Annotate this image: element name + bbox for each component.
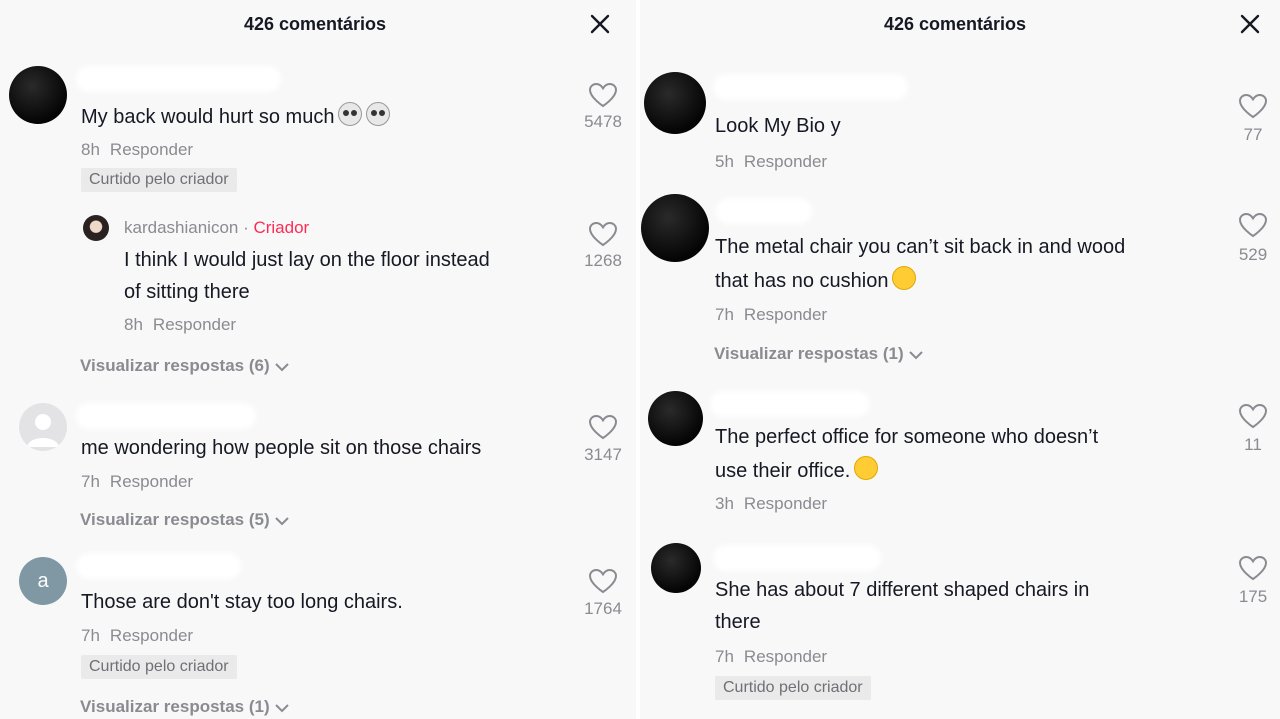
chevron-down-icon — [274, 516, 289, 525]
like-count: 5478 — [584, 112, 622, 131]
heart-outline-icon[interactable] — [588, 568, 618, 594]
comment-time: 8h — [124, 315, 143, 334]
reply-button[interactable]: Responder — [744, 494, 827, 513]
redacted-username — [713, 545, 881, 571]
skull-emoji-icon — [338, 102, 363, 126]
heart-outline-icon[interactable] — [1238, 403, 1268, 429]
view-replies-button[interactable]: Visualizar respostas (1) — [80, 697, 290, 717]
creator-avatar[interactable] — [83, 215, 109, 241]
comment-time: 3h — [715, 494, 734, 513]
comment-time: 8h — [81, 140, 100, 159]
skull-emoji-icon — [366, 102, 391, 126]
comment-text-line-2: that has no cushion — [715, 265, 917, 297]
like-count: 529 — [1238, 245, 1268, 264]
reply-button[interactable]: Responder — [110, 140, 193, 159]
like-count: 77 — [1243, 125, 1263, 144]
default-avatar[interactable] — [19, 403, 67, 451]
comment-meta: 7h Responder — [81, 626, 193, 646]
creator-name-line: kardashianicon · Criador — [124, 218, 310, 237]
reply-button[interactable]: Responder — [744, 647, 827, 666]
heart-outline-icon[interactable] — [1238, 93, 1268, 119]
comment-text: My back would hurt so much — [81, 101, 391, 133]
comments-header-title: 426 comentários — [884, 14, 1027, 34]
comment-time: 7h — [81, 472, 100, 491]
rolling-laughing-emoji-icon — [892, 266, 917, 290]
reply-text-line-2: of sitting there — [124, 281, 250, 303]
avatar[interactable] — [641, 194, 709, 262]
reply-text-line-1: I think I would just lay on the floor in… — [124, 249, 490, 271]
comment-text-line-1: She has about 7 different shaped chairs … — [715, 579, 1090, 601]
view-replies-button[interactable]: Visualizar respostas (6) — [80, 356, 290, 376]
comment-time: 5h — [715, 152, 734, 171]
liked-by-creator-badge: Curtido pelo criador — [81, 168, 237, 192]
heart-outline-icon[interactable] — [588, 414, 618, 440]
heart-outline-icon[interactable] — [1238, 212, 1268, 238]
reply-button[interactable]: Responder — [153, 315, 236, 334]
heart-outline-icon[interactable] — [1238, 555, 1268, 581]
comment-text: Those are don't stay too long chairs. — [81, 591, 403, 613]
comment-meta: 3h Responder — [715, 494, 827, 514]
avatar[interactable] — [651, 543, 701, 593]
heart-outline-icon[interactable] — [588, 221, 618, 247]
avatar[interactable] — [9, 66, 67, 124]
chevron-down-icon — [908, 350, 923, 359]
reply-button[interactable]: Responder — [110, 472, 193, 491]
heart-outline-icon[interactable] — [588, 82, 618, 108]
comment-meta: 5h Responder — [715, 152, 827, 172]
redacted-username — [76, 66, 281, 92]
like-count: 3147 — [584, 445, 622, 464]
redacted-username — [713, 74, 908, 100]
reply-button[interactable]: Responder — [744, 305, 827, 324]
liked-by-creator-badge: Curtido pelo criador — [715, 676, 871, 700]
reply-button[interactable]: Responder — [744, 152, 827, 171]
comment-meta: 8h Responder — [124, 315, 236, 335]
view-replies-button[interactable]: Visualizar respostas (5) — [80, 510, 290, 530]
comment-time: 7h — [715, 647, 734, 666]
like-count: 1764 — [584, 599, 622, 618]
redacted-username — [710, 391, 870, 417]
creator-tag: Criador — [253, 218, 310, 237]
comment-text-line-1: The metal chair you can’t sit back in an… — [715, 236, 1126, 258]
chevron-down-icon — [274, 362, 289, 371]
chevron-down-icon — [274, 703, 289, 712]
comment-meta: 7h Responder — [715, 305, 827, 325]
comment-time: 7h — [715, 305, 734, 324]
close-icon[interactable] — [1238, 12, 1262, 36]
redacted-username — [76, 403, 256, 429]
creator-username[interactable]: kardashianicon — [124, 218, 238, 237]
avatar[interactable] — [644, 72, 706, 134]
comment-meta: 7h Responder — [81, 472, 193, 492]
reply-button[interactable]: Responder — [110, 626, 193, 645]
letter-avatar[interactable]: a — [19, 557, 67, 605]
avatar[interactable] — [648, 391, 703, 446]
liked-by-creator-badge: Curtido pelo criador — [81, 655, 237, 679]
redacted-username — [716, 198, 812, 224]
close-icon[interactable] — [588, 12, 612, 36]
comment-text: Look My Bio y — [715, 115, 841, 137]
like-count: 11 — [1244, 435, 1262, 454]
comment-time: 7h — [81, 626, 100, 645]
comment-meta: 8h Responder — [81, 140, 193, 160]
redacted-username — [76, 553, 241, 579]
user-silhouette-icon — [27, 414, 59, 447]
like-count: 1268 — [584, 251, 622, 270]
laughing-emoji-icon — [854, 456, 879, 480]
comment-text-line-1: The perfect office for someone who doesn… — [715, 426, 1099, 448]
comments-panel-left: 426 comentários My back would hurt so mu… — [0, 0, 636, 719]
comment-meta: 7h Responder — [715, 647, 827, 667]
comments-panel-right: 426 comentários Look My Bio y 5h Responde… — [640, 0, 1280, 719]
like-count: 175 — [1238, 587, 1268, 606]
view-replies-button[interactable]: Visualizar respostas (1) — [714, 344, 924, 364]
comment-text-line-2: use their office. — [715, 455, 879, 487]
comments-header-title: 426 comentários — [244, 14, 387, 34]
comment-text-line-2: there — [715, 611, 761, 633]
comment-text: me wondering how people sit on those cha… — [81, 437, 482, 459]
